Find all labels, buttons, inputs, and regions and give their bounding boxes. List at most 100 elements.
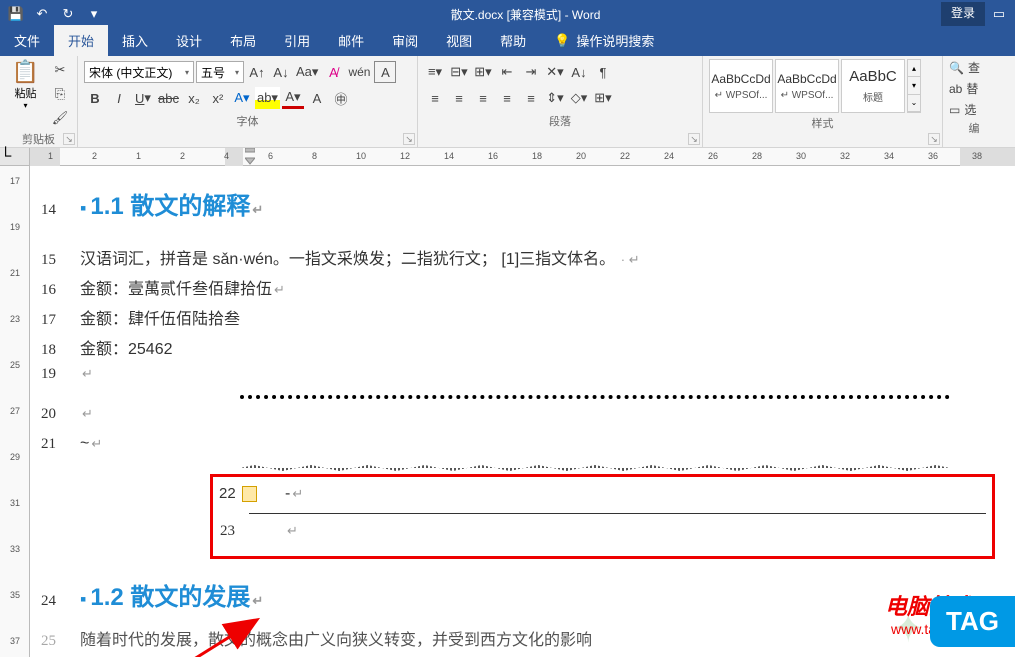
tab-layout[interactable]: 布局	[216, 25, 270, 56]
bullet-icon: ▪	[80, 198, 86, 218]
ruler-corner: └	[0, 148, 30, 166]
line-number: 17	[40, 312, 80, 329]
body-text: ↵	[80, 405, 93, 423]
paragraph-launcher[interactable]: ↘	[688, 133, 700, 145]
save-icon[interactable]: 💾	[4, 2, 28, 26]
strike-icon[interactable]: abc	[156, 87, 181, 109]
tab-mail[interactable]: 邮件	[324, 25, 378, 56]
subscript-icon[interactable]: x₂	[183, 87, 205, 109]
indent-left-icon[interactable]: ⇤	[496, 61, 518, 83]
style-up-icon[interactable]: ▴	[908, 60, 920, 77]
body-text: -↵	[259, 485, 303, 503]
tab-insert[interactable]: 插入	[108, 25, 162, 56]
bullets-icon[interactable]: ≡▾	[424, 61, 446, 83]
tab-references[interactable]: 引用	[270, 25, 324, 56]
line-number: 16	[40, 282, 80, 299]
change-case-icon[interactable]: Aa▾	[294, 61, 320, 83]
paste-button[interactable]: 📋 粘贴 ▾	[6, 59, 45, 129]
tab-home[interactable]: 开始	[54, 25, 108, 56]
style-item-3[interactable]: AaBbC 标题	[841, 59, 905, 113]
line-number: 19	[40, 366, 80, 383]
style-item-2[interactable]: AaBbCcDd ↵ WPSOf...	[775, 59, 839, 113]
align-left-icon[interactable]: ≡	[424, 87, 446, 109]
line-number: 24	[40, 593, 80, 610]
char-border-icon[interactable]: A	[374, 61, 396, 83]
line-number: 14	[40, 202, 80, 219]
window-title: 散文.docx [兼容模式] - Word	[110, 6, 941, 23]
login-button[interactable]: 登录	[941, 2, 985, 26]
vertical-ruler[interactable]: 1719212325272931333537	[0, 166, 30, 657]
enclose-char-icon[interactable]: ㊥	[330, 87, 352, 109]
italic-icon[interactable]: I	[108, 87, 130, 109]
font-launcher[interactable]: ↘	[403, 133, 415, 145]
numbering-icon[interactable]: ⊟▾	[448, 61, 470, 83]
text-effects-icon[interactable]: A▾	[231, 87, 253, 109]
heading-1-2: ▪1.2 散文的发展↵	[80, 577, 263, 612]
tab-help[interactable]: 帮助	[486, 25, 540, 56]
redo-icon[interactable]: ↻	[56, 2, 80, 26]
font-size-combo[interactable]: 五号▾	[196, 61, 244, 83]
undo-icon[interactable]: ↶	[30, 2, 54, 26]
borders-icon[interactable]: ⊞▾	[592, 87, 614, 109]
char-shading-icon[interactable]: A	[306, 87, 328, 109]
replace-button[interactable]: ab替	[949, 80, 999, 97]
multilevel-icon[interactable]: ⊞▾	[472, 61, 494, 83]
dotted-separator	[240, 395, 950, 399]
quick-access-toolbar: 💾 ↶ ↻ ▾	[0, 2, 110, 26]
font-color-icon[interactable]: A▾	[282, 87, 304, 109]
style-scroll[interactable]: ▴ ▾ ⌄	[907, 59, 921, 113]
font-group-label: 字体	[84, 111, 411, 131]
line-spacing-icon[interactable]: ⇕▾	[544, 87, 566, 109]
comment-icon[interactable]	[242, 486, 257, 502]
style-down-icon[interactable]: ▾	[908, 77, 920, 94]
tab-review[interactable]: 审阅	[378, 25, 432, 56]
tell-me[interactable]: 💡 操作说明搜索	[540, 25, 668, 56]
body-text: 金额：25462	[80, 335, 173, 359]
styles-launcher[interactable]: ↘	[928, 133, 940, 145]
line-number: 23	[219, 523, 259, 540]
replace-icon: ab	[949, 82, 962, 96]
tab-view[interactable]: 视图	[432, 25, 486, 56]
copy-icon[interactable]: ⎘	[49, 83, 71, 105]
highlight-icon[interactable]: ab▾	[255, 87, 280, 109]
justify-icon[interactable]: ≡	[496, 87, 518, 109]
page[interactable]: 14 ▪1.1 散文的解释↵ 15 汉语词汇，拼音是 sǎn·wén。一指文采焕…	[30, 166, 1015, 657]
underline-icon[interactable]: U▾	[132, 87, 154, 109]
sort-icon[interactable]: A↓	[568, 61, 590, 83]
align-center-icon[interactable]: ≡	[448, 87, 470, 109]
body-text: ↵	[80, 365, 93, 383]
tab-file[interactable]: 文件	[0, 25, 54, 56]
paste-label: 粘贴	[15, 85, 37, 101]
style-more-icon[interactable]: ⌄	[908, 95, 920, 112]
find-button[interactable]: 🔍查	[949, 59, 999, 76]
select-button[interactable]: ▭选	[949, 101, 999, 118]
font-family-combo[interactable]: 宋体 (中文正文)▾	[84, 61, 194, 83]
ribbon-options-icon[interactable]: ▭	[987, 2, 1011, 26]
clear-format-icon[interactable]: A̸	[322, 61, 344, 83]
line-number: 15	[40, 252, 80, 269]
highlighted-region: 22 -↵ 23 ↵	[210, 474, 995, 559]
align-right-icon[interactable]: ≡	[472, 87, 494, 109]
shading-icon[interactable]: ◇▾	[568, 87, 590, 109]
format-painter-icon[interactable]: 🖌	[49, 107, 71, 129]
style-item-1[interactable]: AaBbCcDd ↵ WPSOf...	[709, 59, 773, 113]
shrink-font-icon[interactable]: A↓	[270, 61, 292, 83]
tab-design[interactable]: 设计	[162, 25, 216, 56]
superscript-icon[interactable]: x²	[207, 87, 229, 109]
grow-font-icon[interactable]: A↑	[246, 61, 268, 83]
qat-more-icon[interactable]: ▾	[82, 2, 106, 26]
group-clipboard: 📋 粘贴 ▾ ✂ ⎘ 🖌 剪贴板 ↘	[0, 56, 78, 147]
clipboard-launcher[interactable]: ↘	[63, 133, 75, 145]
asian-layout-icon[interactable]: ✕▾	[544, 61, 566, 83]
show-marks-icon[interactable]: ¶	[592, 61, 614, 83]
phonetic-icon[interactable]: wén	[346, 61, 372, 83]
horizontal-ruler[interactable]: 1212468101214161820222426283032343638	[30, 148, 1015, 166]
distribute-icon[interactable]: ≡	[520, 87, 542, 109]
editing-group-label: 编	[949, 118, 999, 138]
indent-right-icon[interactable]: ⇥	[520, 61, 542, 83]
indent-marker-icon[interactable]	[245, 148, 255, 167]
line-number: 20	[40, 406, 80, 423]
bold-icon[interactable]: B	[84, 87, 106, 109]
horizontal-line	[249, 513, 986, 514]
cut-icon[interactable]: ✂	[49, 59, 71, 81]
